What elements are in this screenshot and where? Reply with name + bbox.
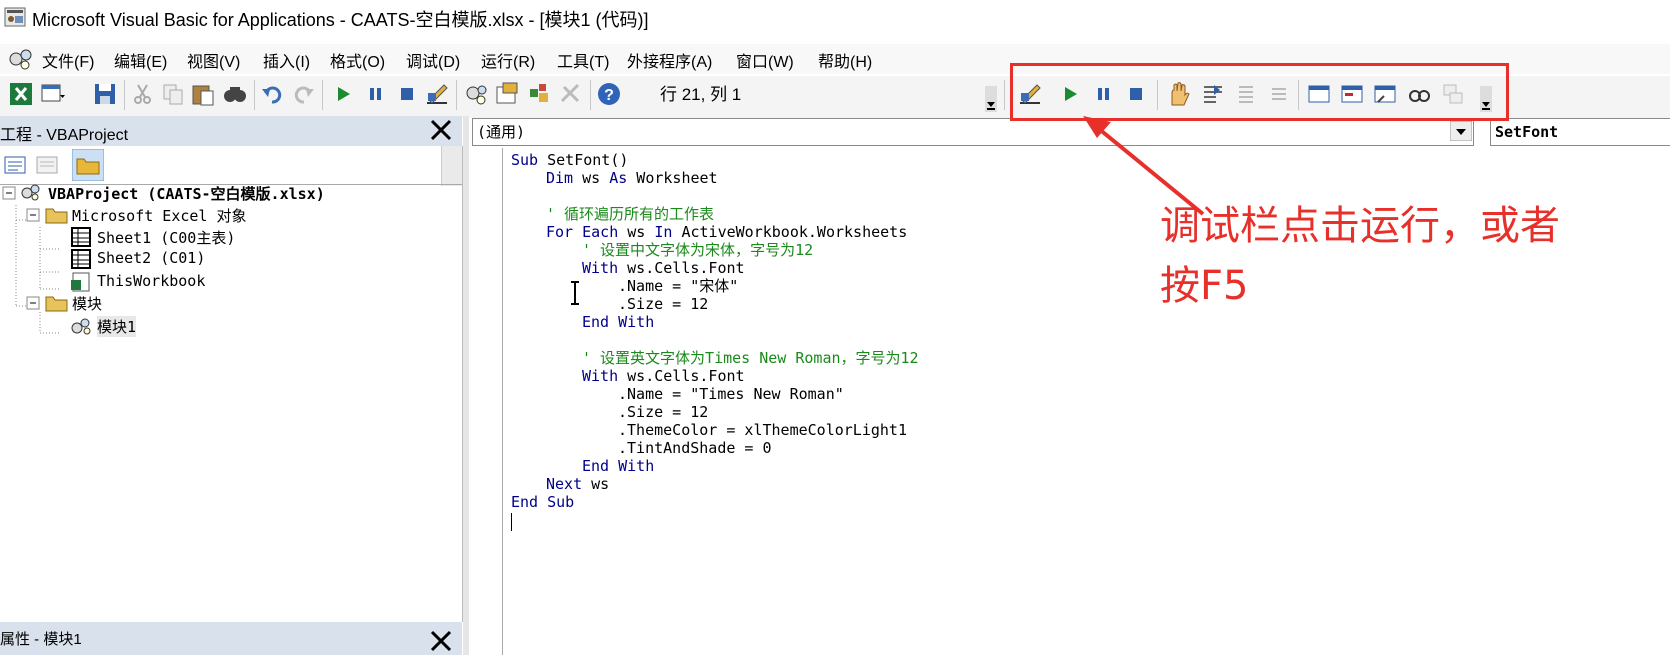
code-comment: ' 设置英文字体为Times New Roman，字号为12 [582, 349, 919, 367]
toolbox-icon[interactable] [558, 81, 584, 107]
object-dropdown[interactable]: (通用) [472, 118, 1474, 146]
tree-item-thisworkbook[interactable]: ThisWorkbook [97, 272, 205, 290]
code-line: End Sub [511, 493, 575, 511]
toolbar-separator [254, 80, 255, 110]
vba-app-icon [4, 7, 26, 27]
annotation-text: 调试栏点击运行，或者 按F5 [1160, 203, 1560, 309]
code-line: Next ws [546, 475, 610, 493]
workbook-icon [71, 272, 90, 292]
collapse-icon[interactable] [26, 208, 40, 222]
menu-addins[interactable]: 外接程序(A) [627, 48, 712, 72]
view-object-icon[interactable] [34, 152, 60, 178]
paste-icon[interactable] [190, 81, 216, 107]
toggle-folders-icon[interactable] [72, 149, 104, 181]
worksheet-icon [71, 249, 91, 269]
properties-window-icon[interactable] [494, 81, 520, 107]
project-panel-title: 工程 - VBAProject [0, 127, 129, 144]
toolbar-separator [456, 80, 457, 110]
code-line: With ws.Cells.Font [582, 367, 745, 385]
close-properties-panel-icon[interactable] [428, 628, 454, 654]
cut-icon[interactable] [130, 81, 156, 107]
menu-tools[interactable]: 工具(T) [557, 48, 609, 72]
find-icon[interactable] [222, 81, 248, 107]
text-cursor [511, 513, 512, 531]
properties-panel-header: 属性 - 模块1 [0, 622, 462, 655]
procedure-dropdown[interactable]: SetFont [1490, 118, 1670, 146]
vbaproject-icon [21, 184, 40, 201]
code-comment: ' 循环遍历所有的工作表 [546, 205, 715, 223]
tree-item-module1[interactable]: 模块1 [97, 316, 137, 337]
code-line: Dim ws As Worksheet [546, 169, 718, 187]
tree-item-excel-objects[interactable]: Microsoft Excel 对象 [72, 205, 247, 226]
vba-project-icon [9, 49, 32, 70]
menu-insert[interactable]: 插入(I) [263, 48, 310, 72]
code-line: .Size = 12 [618, 295, 709, 313]
module-icon [71, 318, 91, 335]
svg-text:?: ? [604, 87, 614, 104]
title-bar: Microsoft Visual Basic for Applications … [0, 0, 1670, 38]
excel-view-icon[interactable] [8, 81, 34, 107]
menu-view[interactable]: 视图(V) [187, 48, 240, 72]
copy-icon[interactable] [160, 81, 186, 107]
help-icon[interactable]: ? [596, 81, 622, 107]
tree-item-sheet2[interactable]: Sheet2 (C01) [97, 249, 205, 267]
menu-edit[interactable]: 编辑(E) [114, 48, 167, 72]
procedure-dropdown-value: SetFont [1495, 123, 1559, 141]
project-panel-header: 工程 - VBAProject [0, 116, 462, 146]
code-line: .Size = 12 [618, 403, 709, 421]
undo-icon[interactable] [260, 81, 286, 107]
toolbar-separator [590, 80, 591, 110]
view-code-icon[interactable] [2, 152, 28, 178]
code-margin[interactable] [469, 148, 503, 655]
menu-help[interactable]: 帮助(H) [818, 48, 872, 72]
tree-item-vbaproject[interactable]: VBAProject (CAATS-空白模版.xlsx) [48, 183, 325, 204]
chevron-down-icon[interactable] [1450, 121, 1472, 141]
break-icon[interactable] [362, 81, 388, 107]
code-line: End With [582, 457, 655, 475]
menu-file[interactable]: 文件(F) [42, 48, 94, 72]
close-project-panel-icon[interactable] [428, 117, 454, 143]
object-dropdown-value: (通用) [477, 123, 526, 141]
run-icon[interactable] [330, 81, 356, 107]
collapse-icon[interactable] [2, 186, 16, 200]
properties-panel-title: 属性 - 模块1 [0, 631, 82, 648]
redo-icon[interactable] [290, 81, 316, 107]
window-title: Microsoft Visual Basic for Applications … [32, 10, 649, 30]
worksheet-icon [71, 227, 91, 247]
menu-debug[interactable]: 调试(D) [406, 48, 460, 72]
reset-icon[interactable] [394, 81, 420, 107]
code-line: .ThemeColor = xlThemeColorLight1 [618, 421, 907, 439]
project-explorer: VBAProject (CAATS-空白模版.xlsx) Microsoft E… [0, 146, 463, 622]
code-line: .Name = "Times New Roman" [618, 385, 844, 403]
code-line: For Each ws In ActiveWorkbook.Worksheets [546, 223, 908, 241]
ibeam-cursor-icon [571, 281, 579, 305]
save-icon[interactable] [92, 81, 118, 107]
project-explorer-icon[interactable] [463, 81, 489, 107]
design-mode-icon[interactable] [424, 81, 450, 107]
insert-userform-icon[interactable] [40, 81, 66, 107]
toolbar-overflow-icon[interactable] [985, 86, 997, 112]
code-line: With ws.Cells.Font [582, 259, 745, 277]
code-comment: ' 设置中文字体为宋体，字号为12 [582, 241, 814, 259]
object-browser-icon[interactable] [526, 81, 552, 107]
toolbar-separator [124, 80, 125, 110]
code-line: .TintAndShade = 0 [618, 439, 772, 457]
tree-item-modules[interactable]: 模块 [72, 293, 102, 314]
open-folder-icon [45, 208, 68, 224]
toolbar-separator [322, 80, 323, 110]
menu-format[interactable]: 格式(O) [330, 48, 385, 72]
toolbar-separator [1004, 80, 1005, 110]
tree-item-sheet1[interactable]: Sheet1 (C00主表) [97, 227, 235, 248]
open-folder-icon [45, 296, 68, 312]
code-line: .Name = "宋体" [618, 277, 739, 295]
menu-window[interactable]: 窗口(W) [736, 48, 794, 72]
collapse-icon[interactable] [26, 296, 40, 310]
project-toolbar-scroll[interactable] [441, 146, 462, 186]
cursor-position-readout: 行 21, 列 1 [660, 85, 742, 104]
menu-run[interactable]: 运行(R) [481, 48, 535, 72]
code-line: Sub SetFont() [511, 151, 629, 169]
code-line: End With [582, 313, 655, 331]
